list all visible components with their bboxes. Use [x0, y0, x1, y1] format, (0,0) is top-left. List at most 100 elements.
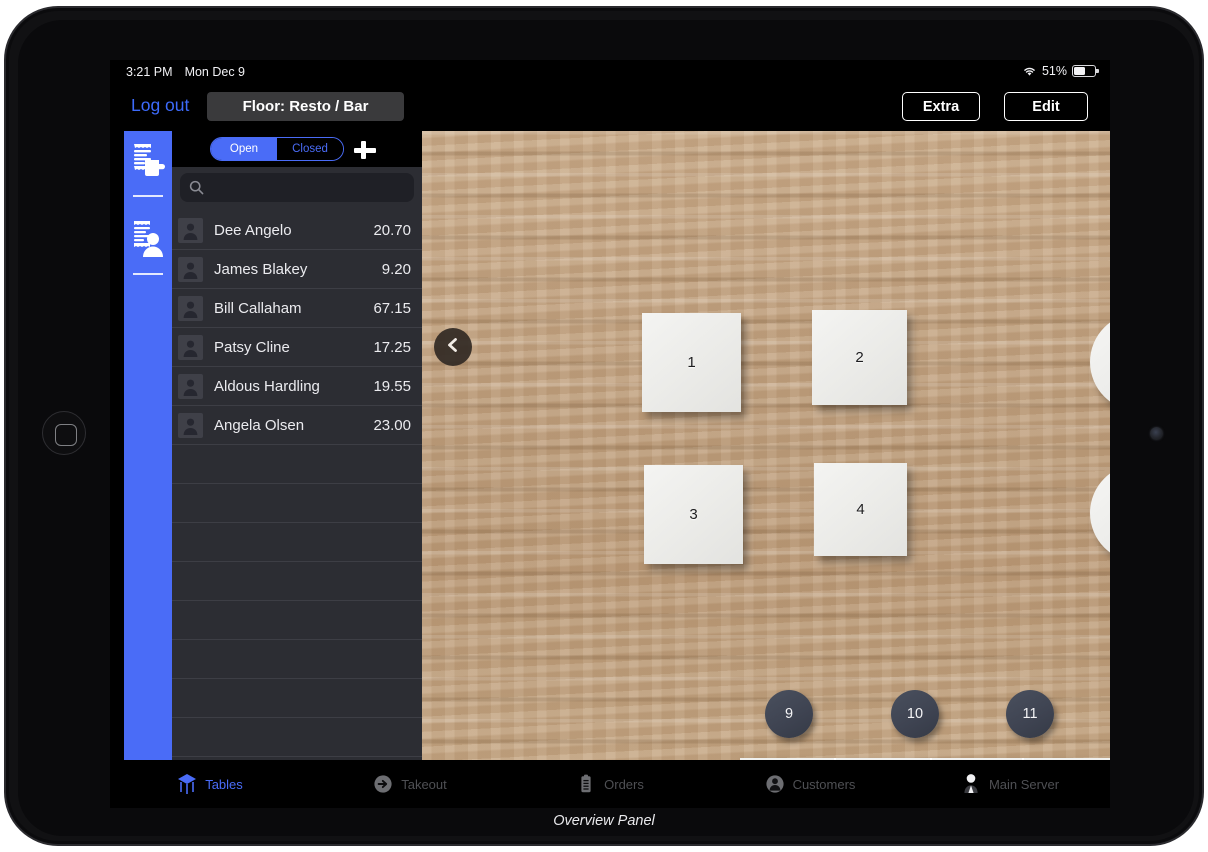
floor-selector[interactable]: Floor: Resto / Bar	[207, 92, 404, 121]
collapse-panel-handle[interactable]	[434, 328, 472, 366]
segment-open[interactable]: Open	[211, 138, 277, 160]
home-button[interactable]	[42, 411, 86, 455]
table-number: 4	[856, 501, 865, 518]
ticket-row[interactable]: James Blakey 9.20	[172, 250, 422, 289]
ticket-row[interactable]: Patsy Cline 17.25	[172, 328, 422, 367]
ticket-name: Angela Olsen	[214, 416, 305, 434]
tab-label: Customers	[792, 776, 856, 792]
ticket-panel: Open Closed Dee Angelo 20.70 James Blakey 9…	[172, 131, 422, 760]
open-closed-segmented-control[interactable]: Open Closed	[210, 137, 344, 161]
floor-table-3[interactable]: 3	[644, 465, 743, 564]
bar-seat-number: 10	[906, 706, 924, 722]
nav-bar: Log out Floor: Resto / Bar Extra Edit	[110, 84, 1110, 131]
status-bar: 3:21 PM Mon Dec 9 51%	[110, 60, 1110, 84]
battery-icon	[1072, 65, 1099, 77]
table-number: 3	[689, 506, 698, 523]
table-icon	[177, 773, 197, 795]
ticket-row[interactable]: Bill Callaham 67.15	[172, 289, 422, 328]
ticket-amount: 23.00	[373, 416, 411, 434]
floor-table-7[interactable]: 7	[1090, 464, 1110, 562]
logout-button[interactable]: Log out	[131, 95, 189, 116]
tab-label: Tables	[205, 776, 243, 792]
ticket-row-empty	[172, 640, 422, 679]
rail-divider	[133, 195, 163, 197]
rail-item-customer-tabs[interactable]	[124, 209, 172, 287]
plus-icon[interactable]	[352, 137, 378, 163]
search-input[interactable]	[210, 173, 408, 202]
ticket-amount: 67.15	[373, 299, 411, 317]
floor-table-2[interactable]: 2	[812, 310, 907, 405]
floor-plan-canvas[interactable]: BAR 1253479101112	[422, 131, 1110, 760]
ticket-name: Patsy Cline	[214, 338, 290, 356]
ticket-amount: 20.70	[373, 221, 411, 239]
bar-seat-10[interactable]: 10	[891, 690, 939, 738]
customer-icon	[765, 773, 785, 795]
edit-button[interactable]: Edit	[1004, 92, 1088, 121]
ticket-row[interactable]: Angela Olsen 23.00	[172, 406, 422, 445]
ticket-list[interactable]: Dee Angelo 20.70 James Blakey 9.20 Bill Call…	[172, 211, 422, 760]
tab-takeout[interactable]: Takeout	[310, 773, 510, 795]
segment-closed[interactable]: Closed	[277, 138, 343, 160]
customer-tabs-icon	[131, 219, 165, 259]
battery-fill	[1074, 67, 1086, 75]
bar-seat-11[interactable]: 11	[1006, 690, 1054, 738]
ticket-row-empty	[172, 484, 422, 523]
tab-label: Main Server	[988, 776, 1060, 792]
search-field[interactable]	[180, 173, 414, 202]
ticket-name: Bill Callaham	[214, 299, 302, 317]
tab-orders[interactable]: Orders	[510, 773, 710, 795]
tab-bar: Tables Takeout Orders Customers Main Ser…	[110, 760, 1110, 808]
avatar	[178, 334, 203, 360]
ticket-row-empty	[172, 718, 422, 757]
avatar	[178, 295, 203, 321]
ticket-name: Dee Angelo	[214, 221, 292, 239]
battery-percent: 51%	[1041, 64, 1067, 78]
chevron-left-icon	[445, 336, 461, 359]
ticket-row-empty	[172, 601, 422, 640]
server-icon	[961, 773, 981, 795]
rail-item-bar-tabs[interactable]	[124, 131, 172, 209]
tab-label: Takeout	[401, 776, 447, 792]
ticket-amount: 9.20	[381, 260, 411, 278]
ticket-row-empty	[172, 679, 422, 718]
table-number: 2	[855, 349, 864, 366]
wifi-icon	[1022, 65, 1037, 77]
ticket-row-empty	[172, 445, 422, 484]
ticket-amount: 17.25	[373, 338, 411, 356]
front-camera	[1150, 427, 1163, 440]
extra-button[interactable]: Extra	[902, 92, 980, 121]
floor-table-1[interactable]: 1	[642, 313, 741, 412]
avatar	[178, 412, 203, 438]
takeout-icon	[373, 773, 393, 795]
rail-divider	[133, 273, 163, 275]
bar-seat-number: 9	[784, 706, 794, 722]
tab-label: Orders	[604, 776, 644, 792]
ticket-toolbar: Open Closed	[172, 131, 422, 167]
app-screen: 3:21 PM Mon Dec 9 51% Log out Floor: Res…	[110, 60, 1110, 808]
status-bar-left: 3:21 PM Mon Dec 9	[126, 65, 245, 79]
tab-tables[interactable]: Tables	[110, 773, 310, 795]
bar-seat-number: 11	[1022, 706, 1038, 722]
figure-caption: Overview Panel	[553, 813, 655, 829]
icon-rail	[124, 131, 172, 760]
ticket-row-empty	[172, 523, 422, 562]
avatar	[178, 256, 203, 282]
ticket-row-empty	[172, 562, 422, 601]
floor-table-4[interactable]: 4	[814, 463, 907, 556]
status-time: 3:21 PM	[126, 65, 173, 79]
bar-tabs-icon	[131, 141, 165, 181]
avatar	[178, 373, 203, 399]
orders-icon	[576, 773, 596, 795]
status-bar-right: 51%	[1022, 64, 1099, 78]
status-date: Mon Dec 9	[184, 65, 246, 79]
search-icon	[189, 180, 204, 195]
bar-seat-9[interactable]: 9	[765, 690, 813, 738]
ticket-row[interactable]: Aldous Hardling 19.55	[172, 367, 422, 406]
ticket-row[interactable]: Dee Angelo 20.70	[172, 211, 422, 250]
ipad-device-frame: 3:21 PM Mon Dec 9 51% Log out Floor: Res…	[4, 6, 1204, 846]
tab-customers[interactable]: Customers	[710, 773, 910, 795]
floor-table-5[interactable]: 5	[1090, 313, 1110, 411]
ticket-name: Aldous Hardling	[214, 377, 320, 395]
table-number: 1	[687, 354, 696, 371]
tab-main-server[interactable]: Main Server	[910, 773, 1110, 795]
